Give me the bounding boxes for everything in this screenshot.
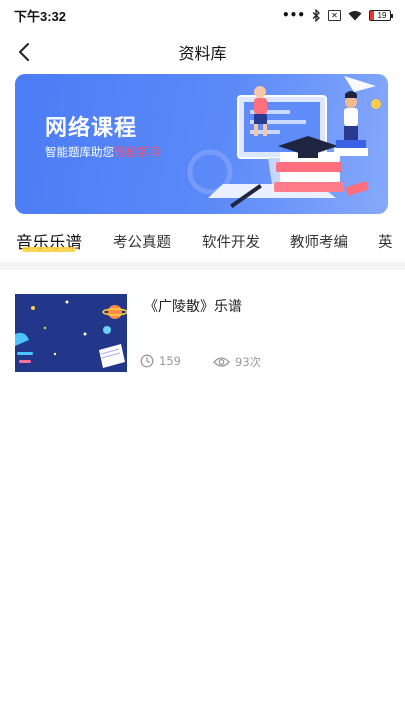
status-icons: ••• ✕ 19 xyxy=(281,8,393,22)
sim-x-icon: ✕ xyxy=(328,9,341,21)
banner-subtitle: 智能题库助您轻松学习 xyxy=(45,144,160,160)
course-banner[interactable]: 网络课程 智能题库助您轻松学习 xyxy=(15,74,388,214)
item-title: 《广陵散》乐谱 xyxy=(144,299,242,315)
item-duration-value: 159 xyxy=(159,354,181,368)
section-divider xyxy=(0,262,405,270)
tab-music-score[interactable]: 音乐乐谱 xyxy=(16,226,82,262)
banner-subtitle-highlight: 轻松学习 xyxy=(114,145,160,159)
wifi-icon xyxy=(348,10,362,21)
more-dots-icon: ••• xyxy=(281,8,305,22)
clock-icon xyxy=(140,354,154,368)
eye-icon xyxy=(213,357,230,367)
tab-software-development[interactable]: 软件开发 xyxy=(202,226,260,262)
item-views-value: 93次 xyxy=(235,355,262,369)
nav-bar: 资料库 xyxy=(0,30,405,74)
chevron-left-icon xyxy=(19,43,29,61)
tab-english[interactable]: 英 xyxy=(378,226,393,262)
status-time: 下午3:32 xyxy=(14,8,67,24)
back-button[interactable] xyxy=(10,38,38,66)
page-title: 资料库 xyxy=(178,44,227,63)
item-duration: 159 xyxy=(140,354,181,368)
tab-civil-service-exams[interactable]: 考公真题 xyxy=(113,226,171,262)
list-item[interactable]: 《广陵散》乐谱 159 93次 xyxy=(0,294,405,374)
active-tab-indicator xyxy=(22,247,76,252)
banner-illustration xyxy=(187,76,381,208)
battery-icon: 19 xyxy=(369,9,393,21)
item-views: 93次 xyxy=(213,354,261,370)
bluetooth-icon xyxy=(312,8,321,22)
status-bar: 下午3:32 ••• ✕ 19 xyxy=(0,0,405,30)
item-thumbnail xyxy=(15,294,127,372)
tab-teacher-exam[interactable]: 教师考编 xyxy=(290,226,348,262)
category-tabs: 音乐乐谱 考公真题 软件开发 教师考编 英 xyxy=(0,226,405,262)
banner-title: 网络课程 xyxy=(45,116,138,141)
thumbnail-illustration xyxy=(15,294,127,372)
banner-subtitle-prefix: 智能题库助您 xyxy=(45,145,114,159)
